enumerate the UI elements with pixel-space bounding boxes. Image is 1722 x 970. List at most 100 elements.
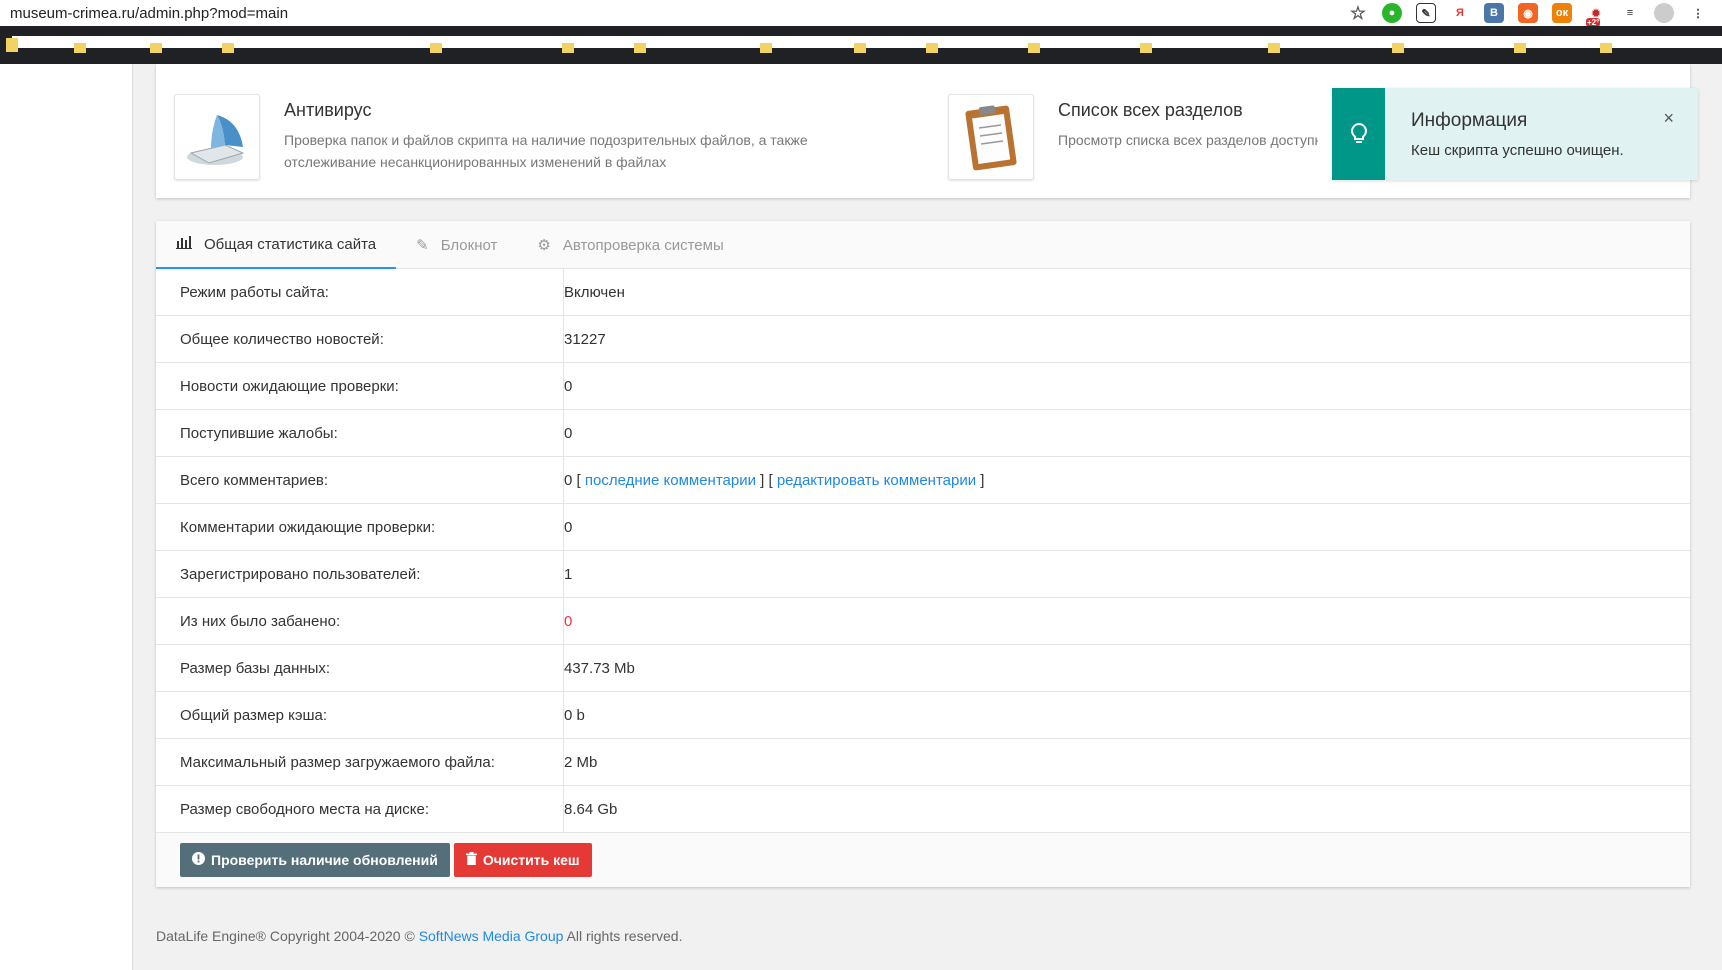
bookmark-folder-icon[interactable] (1268, 43, 1280, 53)
users-count-value: 1 (564, 565, 573, 583)
gear-icon: ⚙ (537, 237, 551, 254)
copyright-footer: DataLife Engine® Copyright 2004-2020 © S… (156, 928, 682, 944)
profile-avatar[interactable] (1654, 3, 1674, 23)
table-row: Комментарии ожидающие проверки: 0 (156, 504, 1690, 551)
ext-rss-icon[interactable]: ◉ (1518, 3, 1538, 23)
table-row: Из них было забанено: 0 (156, 598, 1690, 645)
bookmark-star-icon[interactable]: ☆ (1348, 3, 1368, 23)
ext-yandex-icon[interactable]: Я (1450, 3, 1470, 23)
tab-label: Автопроверка системы (562, 236, 724, 254)
row-value: Включен (564, 284, 625, 301)
tab-site-statistics[interactable]: Общая статистика сайта (156, 221, 397, 269)
table-row: Размер свободного места на диске: 8.64 G… (156, 786, 1690, 833)
last-comments-link[interactable]: последние комментарии (585, 472, 756, 489)
row-label: Режим работы сайта: (156, 269, 564, 315)
bookmark-folder-icon[interactable] (222, 43, 234, 53)
site-mode-value: Включен (564, 283, 625, 301)
bracket: [ (576, 471, 581, 489)
clear-cache-button[interactable]: Очистить кеш (453, 843, 592, 877)
row-label: Комментарии ожидающие проверки: (156, 504, 564, 550)
bookmark-folder-icon[interactable] (760, 43, 772, 53)
bracket: ] [ (760, 471, 773, 489)
tab-label: Общая статистика сайта (204, 235, 377, 253)
cache-size-value: 0 b (564, 706, 585, 724)
bookmark-folder-icon[interactable] (562, 43, 574, 53)
alert-circle-icon (192, 852, 205, 868)
check-updates-button[interactable]: Проверить наличие обновлений (180, 843, 450, 877)
url-field[interactable]: museum-crimea.ru/admin.php?mod=main (0, 5, 1348, 22)
bookmark-folder-icon[interactable] (6, 38, 18, 52)
bookmark-folder-icon[interactable] (1392, 43, 1404, 53)
module-sections-list[interactable]: Список всех разделов Просмотр списка все… (948, 94, 1318, 180)
bookmark-folder-icon[interactable] (74, 43, 86, 53)
module-description: Проверка папок и файлов скрипта на налич… (284, 132, 808, 170)
bookmark-folder-icon[interactable] (430, 43, 442, 53)
edit-comments-link[interactable]: редактировать комментарии (777, 472, 976, 489)
row-label: Зарегистрировано пользователей: (156, 551, 564, 597)
table-row: Максимальный размер загружаемого файла: … (156, 739, 1690, 786)
softnews-link[interactable]: SoftNews Media Group (419, 928, 564, 944)
banned-count-value: 0 (564, 612, 573, 630)
table-row: Новости ожидающие проверки: 0 (156, 363, 1690, 410)
ext-weather-icon[interactable]: ✹ +2° (1586, 3, 1606, 27)
row-label: Общий размер кэша: (156, 692, 564, 738)
ext-vk-icon[interactable]: B (1484, 3, 1504, 23)
bookmark-folder-icon[interactable] (1514, 43, 1526, 53)
bracket: ] (980, 471, 985, 489)
row-label: Новости ожидающие проверки: (156, 363, 564, 409)
clipboard-icon[interactable] (948, 94, 1034, 180)
bookmark-folder-icon[interactable] (1028, 43, 1040, 53)
row-label: Из них было забанено: (156, 598, 564, 644)
close-icon[interactable]: × (1663, 108, 1674, 129)
pending-news-value: 0 (564, 377, 573, 395)
ext-green-icon[interactable]: ● (1382, 3, 1402, 23)
table-row: Общее количество новостей: 31227 (156, 316, 1690, 363)
button-label: Проверить наличие обновлений (211, 852, 438, 868)
copyright-suffix: All rights reserved. (566, 928, 683, 944)
row-label: Размер базы данных: (156, 645, 564, 691)
pending-comments-value: 0 (564, 518, 573, 536)
bookmark-folder-icon[interactable] (1600, 43, 1612, 53)
stats-tabs: Общая статистика сайта ✎ Блокнот ⚙ Автоп… (156, 221, 1690, 269)
stats-actions: Проверить наличие обновлений Очистить ке… (156, 833, 1690, 887)
bookmark-folder-icon[interactable] (926, 43, 938, 53)
lightbulb-icon (1332, 88, 1385, 180)
menu-dots-icon[interactable]: ⋮ (1688, 3, 1708, 23)
button-label: Очистить кеш (482, 852, 580, 868)
trash-icon (465, 852, 477, 868)
table-row: Общий размер кэша: 0 b (156, 692, 1690, 739)
stats-panel: Общая статистика сайта ✎ Блокнот ⚙ Автоп… (156, 221, 1690, 887)
comments-value: 0 [ последние комментарии ] [ редактиров… (564, 472, 984, 489)
bookmarks-strip (12, 36, 1722, 48)
table-row: Зарегистрировано пользователей: 1 (156, 551, 1690, 598)
table-row: Всего комментариев: 0 [ последние коммен… (156, 457, 1690, 504)
bookmark-folder-icon[interactable] (634, 43, 646, 53)
tab-label: Блокнот (440, 236, 498, 254)
free-disk-value: 8.64 Gb (564, 800, 618, 818)
news-count-value: 31227 (564, 330, 606, 348)
row-label: Всего комментариев: (156, 457, 564, 503)
module-description: Просмотр списка всех разделов доступны (1058, 132, 1318, 148)
module-antivirus[interactable]: Антивирус Проверка папок и файлов скрипт… (174, 94, 844, 180)
max-upload-value: 2 Mb (564, 753, 598, 771)
tab-notepad[interactable]: ✎ Блокнот (396, 221, 517, 269)
notification-text: Кеш скрипта успешно очищен. (1411, 142, 1624, 159)
bookmarks-bar (0, 26, 1722, 64)
ext-ok-icon[interactable]: ок (1552, 3, 1572, 23)
row-label: Поступившие жалобы: (156, 410, 564, 456)
tab-auto-check[interactable]: ⚙ Автопроверка системы (517, 221, 743, 269)
bookmark-folder-icon[interactable] (854, 43, 866, 53)
module-title[interactable]: Антивирус (284, 100, 844, 121)
module-title[interactable]: Список всех разделов (1058, 100, 1318, 121)
notification-title: Информация (1411, 110, 1528, 131)
bookmark-folder-icon[interactable] (1140, 43, 1152, 53)
admin-sidebar (0, 64, 133, 970)
table-row: Размер базы данных: 437.73 Mb (156, 645, 1690, 692)
bookmark-folder-icon[interactable] (150, 43, 162, 53)
row-label: Общее количество новостей: (156, 316, 564, 362)
table-row: Режим работы сайта: Включен (156, 269, 1690, 316)
row-label: Размер свободного места на диске: (156, 786, 564, 832)
antivirus-icon[interactable] (174, 94, 260, 180)
ext-pen-icon[interactable]: ✎ (1416, 3, 1436, 23)
media-icon[interactable]: ≡ (1620, 3, 1640, 23)
